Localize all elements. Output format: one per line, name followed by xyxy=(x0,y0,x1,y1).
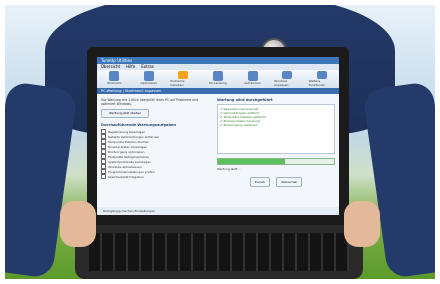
toolbar: Übersicht Optimieren Probleme beheben PC… xyxy=(97,70,339,88)
progress-fill xyxy=(218,159,286,164)
task-item[interactable]: Speicherplatz freigeben xyxy=(101,174,213,179)
toolbar-item[interactable]: Weitere Funktionen xyxy=(309,71,335,87)
task-label: Temporäre Dateien löschen xyxy=(108,139,150,144)
progress-bar xyxy=(217,158,335,165)
task-label: Browser-Daten bereinigen xyxy=(108,144,148,149)
checkbox[interactable] xyxy=(101,174,106,179)
task-label: Bootvorgang optimieren xyxy=(108,149,145,154)
toolbar-item-active[interactable]: Probleme beheben xyxy=(170,71,196,87)
toolbar-item[interactable]: Aufräumen xyxy=(240,71,266,87)
right-pane: Wartung wird durchgeführt ✔ Registrierun… xyxy=(217,98,335,187)
start-maintenance-button[interactable]: Wartung jetzt starten xyxy=(101,109,149,118)
cleanup-icon xyxy=(247,71,258,81)
button-row: Zurück Abbrechen xyxy=(217,177,335,187)
task-label: Systemprotokolle bereinigen xyxy=(108,159,152,164)
toolbar-item[interactable]: Windows anpassen xyxy=(274,71,300,87)
toolbar-label: PC-Leistung xyxy=(209,81,227,85)
overview-icon xyxy=(109,71,120,81)
optimize-icon xyxy=(143,71,154,81)
task-label: Speicherplatz freigeben xyxy=(108,174,144,179)
laptop-screen: TuneUp Utilities Übersicht Hilfe Extras … xyxy=(97,57,339,215)
fix-problems-icon xyxy=(178,71,189,79)
performance-icon xyxy=(212,71,223,81)
task-list: Registrierung bereinigen Defekte Verknüpf… xyxy=(101,129,213,179)
left-hand xyxy=(60,201,96,247)
panel-title: Wartung wird durchgeführt xyxy=(217,98,273,102)
intro-text: Die Wartung mit 1-Klick überprüft Ihren … xyxy=(101,98,199,106)
right-arm xyxy=(362,81,435,279)
toolbar-label: Optimieren xyxy=(140,81,158,85)
back-button[interactable]: Zurück xyxy=(249,177,271,187)
app-titlebar: TuneUp Utilities xyxy=(97,57,339,64)
task-label: Windows aktualisieren xyxy=(108,164,142,169)
photo: TuneUp Utilities Übersicht Hilfe Extras … xyxy=(5,5,435,279)
main-content: Die Wartung mit 1-Klick überprüft Ihren … xyxy=(97,94,339,191)
tasks-heading: Durchzuführende Wartungsaufgaben xyxy=(101,123,177,127)
task-label: Festplatte defragmentieren xyxy=(108,154,150,159)
results-panel: ✔ Registrierung bereinigt ✔ Verknüpfungen… xyxy=(217,104,335,154)
toolbar-label: Windows anpassen xyxy=(274,79,289,87)
toolbar-label: Aufräumen xyxy=(244,81,261,85)
keyboard xyxy=(89,233,349,271)
menu-item[interactable]: Extras xyxy=(141,64,154,70)
app-title: TuneUp Utilities xyxy=(101,58,133,63)
task-label: Programmeinstellungen prüfen xyxy=(108,169,155,174)
bottom-bar: Rückgängig machen Einstellungen xyxy=(97,207,339,215)
toolbar-label: Übersicht xyxy=(107,81,122,85)
task-label: Registrierung bereinigen xyxy=(108,129,146,134)
right-hand xyxy=(344,201,380,247)
toolbar-label: Probleme beheben xyxy=(170,79,185,87)
cancel-button[interactable]: Abbrechen xyxy=(276,177,303,187)
toolbar-item[interactable]: Übersicht xyxy=(101,71,127,87)
left-pane: Die Wartung mit 1-Klick überprüft Ihren … xyxy=(101,98,213,187)
result-item: ✔ Bootvorgang optimiert xyxy=(220,123,258,127)
customize-icon xyxy=(282,71,293,79)
toolbar-item[interactable]: PC-Leistung xyxy=(205,71,231,87)
status-text: Wartung läuft … xyxy=(217,167,242,171)
more-icon xyxy=(316,71,327,79)
left-arm xyxy=(5,81,78,279)
toolbar-item[interactable]: Optimieren xyxy=(136,71,162,87)
toolbar-label: Weitere Funktionen xyxy=(308,79,326,87)
menu-item[interactable]: Übersicht xyxy=(101,64,120,70)
menu-item[interactable]: Hilfe xyxy=(126,64,135,70)
task-label: Defekte Verknüpfungen entfernen xyxy=(108,134,160,139)
